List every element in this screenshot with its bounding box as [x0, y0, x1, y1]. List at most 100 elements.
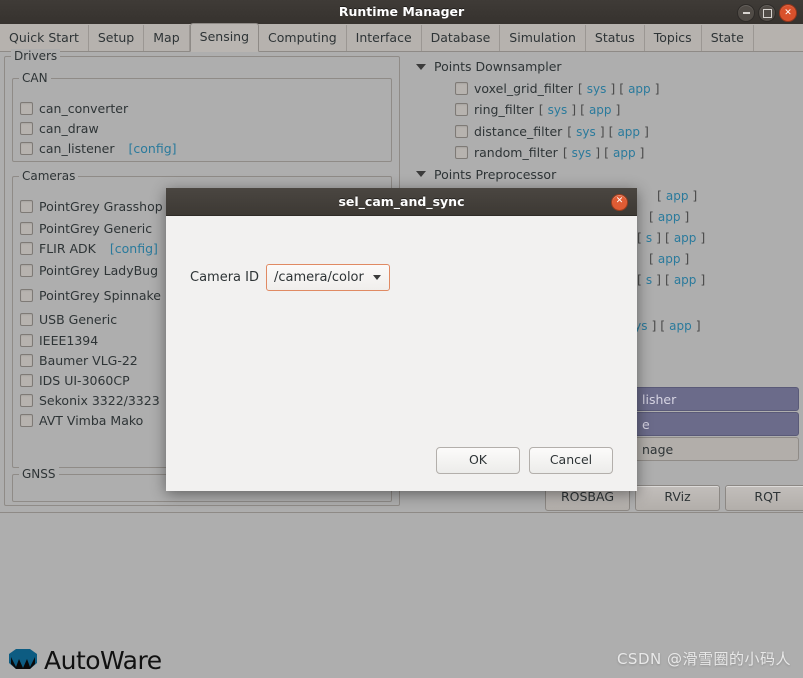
tag-group: [ app ]	[649, 209, 689, 224]
tab-interface[interactable]: Interface	[347, 25, 422, 51]
list-item-label: lisher	[642, 391, 677, 407]
cancel-button[interactable]: Cancel	[529, 447, 613, 474]
camera-driver-label: PointGrey Spinnake	[39, 288, 161, 303]
tab-computing[interactable]: Computing	[259, 25, 347, 51]
tree-group-points-preprocessor[interactable]: Points Preprocessor	[406, 164, 799, 186]
tab-map[interactable]: Map	[144, 25, 190, 51]
tab-setup[interactable]: Setup	[89, 25, 145, 51]
bracket: [	[580, 102, 589, 118]
sys-link[interactable]: sys	[576, 125, 596, 139]
occluded-tag-row: [ s ] [ app ]	[632, 230, 705, 251]
camera-driver-label: Baumer VLG-22	[39, 352, 138, 368]
bracket: [	[649, 251, 658, 266]
tab-status[interactable]: Status	[586, 25, 645, 51]
checkbox-baumer-vlg-22[interactable]	[20, 353, 33, 367]
occluded-tag-row: [ app ]	[652, 188, 697, 209]
tab-state[interactable]: State	[702, 25, 754, 51]
chevron-down-icon[interactable]	[416, 63, 426, 70]
app-link[interactable]: app	[669, 319, 692, 333]
maximize-icon[interactable]	[758, 4, 776, 22]
checkbox-can-converter[interactable]	[20, 101, 33, 115]
tree-item-row: ring_filter[ sys ] [ app ]	[406, 99, 799, 121]
minimize-icon[interactable]	[737, 4, 755, 22]
list-item[interactable]: lisher	[632, 387, 799, 411]
dialog-close-icon[interactable]: ✕	[611, 194, 628, 211]
tab-simulation[interactable]: Simulation	[500, 25, 586, 51]
tab-quick-start[interactable]: Quick Start	[0, 25, 89, 51]
bracket: [	[657, 188, 666, 203]
checkbox-pointgrey-ladybug[interactable]	[20, 264, 33, 277]
checkbox-voxel-grid-filter[interactable]	[455, 81, 468, 95]
sys-link[interactable]: sys	[572, 146, 592, 160]
title-bar: Runtime Manager ✕	[0, 0, 803, 25]
tag-group: [ app ]	[657, 188, 697, 203]
camera-driver-label: USB Generic	[39, 311, 118, 327]
tag-group: [ sys ] [ app ]	[539, 102, 621, 117]
can-driver-label: can_converter	[39, 100, 129, 116]
tree-item-label: voxel_grid_filter	[474, 80, 573, 96]
checkbox-random-filter[interactable]	[455, 146, 468, 160]
bracket: ]	[652, 230, 665, 245]
app-link[interactable]: app	[674, 231, 697, 245]
can-driver-row: can_listener [config]	[20, 138, 380, 158]
window-controls: ✕	[737, 4, 797, 22]
app-link[interactable]: app	[674, 273, 697, 287]
checkbox-ieee1394[interactable]	[20, 333, 33, 347]
checkbox-ring-filter[interactable]	[455, 103, 468, 117]
gnss-title: GNSS	[19, 467, 59, 481]
checkbox-ids-ui-3060cp[interactable]	[20, 373, 33, 387]
app-link[interactable]: app	[658, 252, 681, 266]
bracket: [	[637, 272, 646, 287]
drivers-title: Drivers	[11, 49, 61, 63]
checkbox-usb-generic[interactable]	[20, 312, 33, 326]
checkbox-avt-vimba-mako[interactable]	[20, 413, 33, 427]
app-link[interactable]: app	[617, 125, 640, 139]
bracket: ]	[688, 188, 698, 203]
bracket: [	[562, 145, 572, 161]
dialog-actions: OK Cancel	[436, 447, 613, 474]
camera-driver-label: AVT Vimba Mako	[39, 412, 144, 428]
config-link[interactable]: [config]	[110, 241, 158, 256]
runtime-manager-window: Runtime Manager ✕ Quick Start Setup Map Sen…	[0, 0, 803, 678]
tab-topics[interactable]: Topics	[645, 25, 702, 51]
tab-sensing[interactable]: Sensing	[189, 23, 260, 52]
camera-driver-label: IDS UI-3060CP	[39, 372, 130, 388]
checkbox-distance-filter[interactable]	[455, 124, 468, 138]
app-link[interactable]: app	[613, 146, 636, 160]
list-item[interactable]: nage	[632, 437, 799, 461]
tab-database[interactable]: Database	[422, 25, 501, 51]
tree-group-label: Points Preprocessor	[434, 166, 557, 182]
bracket: [	[577, 80, 587, 96]
ok-button[interactable]: OK	[436, 447, 520, 474]
bracket: [	[664, 272, 674, 287]
checkbox-pointgrey-spinnake[interactable]	[20, 289, 33, 302]
bracket: ]	[680, 209, 690, 224]
bracket: [	[649, 209, 658, 224]
sys-link[interactable]: sys	[548, 103, 568, 117]
app-link[interactable]: app	[589, 103, 612, 117]
occluded-tag-row: [ app ]	[644, 251, 689, 272]
app-link[interactable]: app	[628, 82, 651, 96]
checkbox-flir-adk[interactable]	[20, 241, 33, 255]
app-link[interactable]: app	[666, 189, 689, 203]
bracket: [	[538, 102, 548, 118]
checkbox-pointgrey-grasshop[interactable]	[20, 199, 33, 213]
checkbox-pointgrey-generic[interactable]	[20, 221, 33, 235]
chevron-down-icon[interactable]	[416, 171, 426, 178]
config-link[interactable]: [config]	[129, 141, 177, 156]
close-icon[interactable]: ✕	[779, 4, 797, 22]
camera-id-select[interactable]: /camera/color	[266, 264, 390, 291]
checkbox-can-listener[interactable]	[20, 141, 33, 155]
can-driver-label: can_draw	[39, 120, 99, 136]
bracket: ]	[611, 102, 621, 118]
checkbox-sekonix-3322-3323[interactable]	[20, 393, 33, 407]
rviz-button[interactable]: RViz	[635, 485, 720, 511]
checkbox-can-draw[interactable]	[20, 121, 33, 135]
tree-group-points-downsampler[interactable]: Points Downsampler	[406, 56, 799, 78]
camera-driver-label: PointGrey Grasshop	[39, 198, 163, 214]
bracket: ]	[640, 123, 649, 139]
app-link[interactable]: app	[658, 210, 681, 224]
rqt-button[interactable]: RQT	[725, 485, 803, 511]
sys-link[interactable]: sys	[587, 82, 607, 96]
list-item[interactable]: e	[632, 412, 799, 436]
